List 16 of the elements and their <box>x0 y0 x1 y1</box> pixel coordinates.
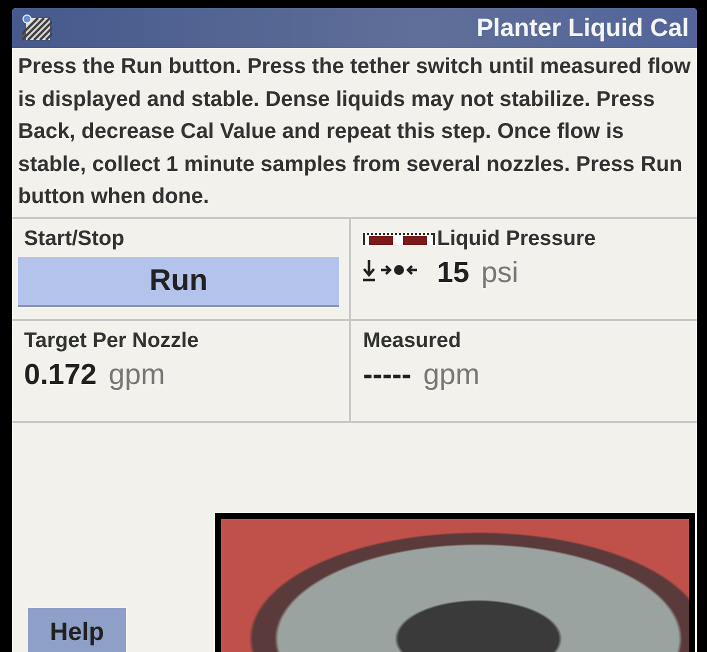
pressure-value: 15 <box>437 256 470 290</box>
target-unit: gpm <box>108 358 165 392</box>
hatched-square-icon <box>22 14 52 42</box>
ruler-icon <box>363 230 435 246</box>
instructions-text: Press the Run button. Press the tether switch until measured flow is displayed and stable. Dense liquids may not stabilize. Press Back, decrease Cal Value and repeat this step. Once flow is stable, collect 1 minute samples from several nozzles. Press Run button when done. <box>17 53 692 210</box>
screen-title: Planter Liquid Cal <box>476 14 689 42</box>
target-value: 0.172 <box>24 358 97 392</box>
start-stop-label: Start/Stop <box>24 226 126 250</box>
run-button[interactable]: Run <box>18 256 339 306</box>
liquid-pressure-label: Liquid Pressure <box>437 226 596 250</box>
pressure-unit: psi <box>481 256 518 290</box>
measured-unit: gpm <box>423 358 480 392</box>
measured-value: ----- <box>363 358 412 392</box>
help-button[interactable]: Help <box>28 608 126 652</box>
target-per-nozzle-label: Target Per Nozzle <box>24 328 200 352</box>
measured-label: Measured <box>363 328 462 352</box>
